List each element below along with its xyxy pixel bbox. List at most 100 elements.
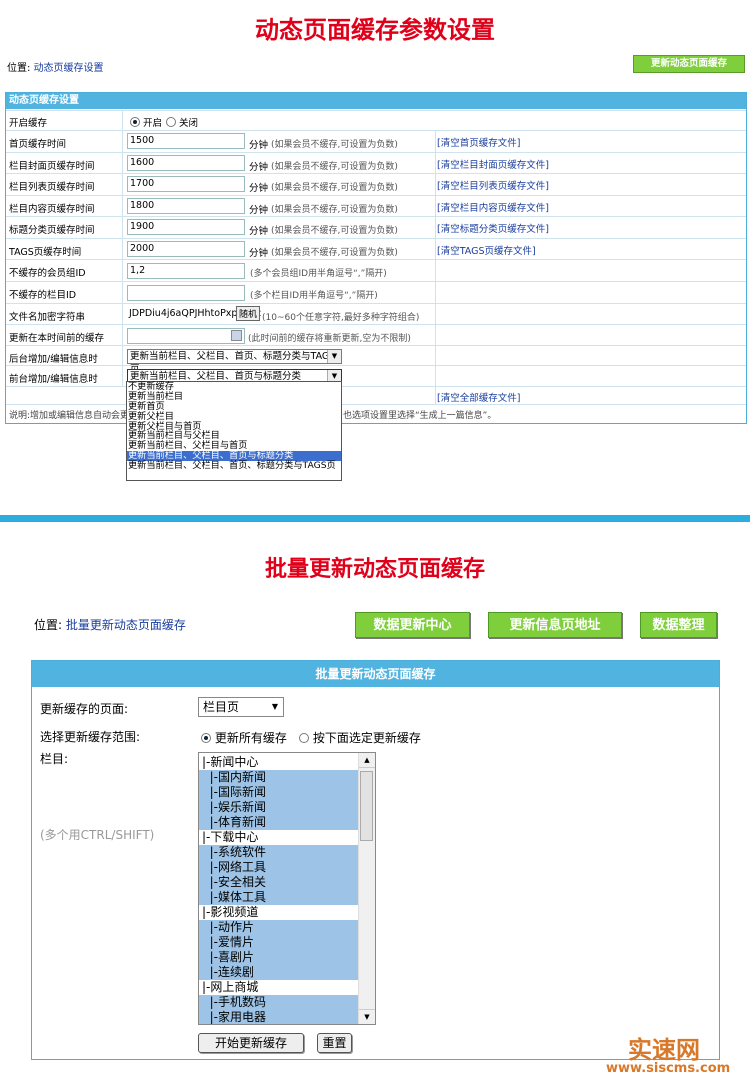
note: (10~60个任意字符,最好多种字符组合) xyxy=(262,313,420,323)
list-item[interactable]: |-网络工具 xyxy=(199,860,360,875)
list-item[interactable]: |-喜剧片 xyxy=(199,950,360,965)
breadcrumb-top: 位置: 动态页缓存设置 xyxy=(7,59,104,74)
dropdown-option[interactable]: 更新当前栏目、父栏目、首页、标题分类与TAGS页 xyxy=(127,461,341,471)
cache-time-input[interactable]: 1500 xyxy=(127,133,245,149)
cache-time-input[interactable]: 1800 xyxy=(127,197,245,214)
breadcrumb-link[interactable]: 批量更新动态页面缓存 xyxy=(66,618,186,632)
row-cache-time: TAGS页缓存时间 2000 分钟 (如果会员不缓存,可设置为负数) [清空TAGS页缓… xyxy=(6,237,746,260)
clear-cache-link[interactable]: [清空栏目封面页缓存文件] xyxy=(437,157,549,171)
update-cache-button[interactable]: 更新动态页面缓存 xyxy=(633,55,745,73)
row-no-class: 不缓存的栏目ID (多个栏目ID用半角逗号“,”隔开) xyxy=(6,281,746,304)
note: (如果会员不缓存,可设置为负数) xyxy=(271,204,398,215)
list-item[interactable]: |-娱乐新闻 xyxy=(199,800,360,815)
cache-settings-table: 动态页缓存设置 开启缓存 开启 关闭 首页缓存时间 1500 分钟 (如果会员不缓存,… xyxy=(5,92,747,424)
no-group-input[interactable]: 1,2 xyxy=(127,263,245,279)
unit: 分钟 xyxy=(249,183,269,194)
breadcrumb-bottom: 位置: 批量更新动态页面缓存 xyxy=(34,616,186,633)
chevron-down-icon: ▼ xyxy=(271,702,278,711)
list-item[interactable]: |-安全相关 xyxy=(199,875,360,890)
clear-cache-link[interactable]: [清空首页缓存文件] xyxy=(437,135,520,149)
clear-cache-link[interactable]: [清空TAGS页缓存文件] xyxy=(437,243,536,257)
radio-on[interactable]: 开启 xyxy=(130,115,162,129)
before-time-input[interactable] xyxy=(127,328,245,344)
breadcrumb-link[interactable]: 动态页缓存设置 xyxy=(34,63,104,74)
row-label: 标题分类页缓存时间 xyxy=(9,225,95,236)
reset-button[interactable]: 重置 xyxy=(317,1033,352,1053)
radio-off[interactable]: 关闭 xyxy=(166,115,198,129)
list-item[interactable]: |-下载中心 xyxy=(199,830,360,845)
radio-update-selected[interactable]: 按下面选定更新缓存 xyxy=(299,729,421,746)
page-title-top: 动态页面缓存参数设置 xyxy=(255,15,495,44)
no-class-input[interactable] xyxy=(127,285,245,301)
calendar-icon[interactable] xyxy=(231,330,242,341)
data-cleanup-button[interactable]: 数据整理 xyxy=(640,612,717,638)
note: (如果会员不缓存,可设置为负数) xyxy=(271,247,398,258)
row-clear-all: [清空全部缓存文件] xyxy=(6,386,746,405)
list-item[interactable]: |-连续剧 xyxy=(199,965,360,980)
breadcrumb-label: 位置: xyxy=(34,618,63,632)
note: (如果会员不缓存,可设置为负数) xyxy=(271,140,398,150)
list-item[interactable]: |-家用电器 xyxy=(199,1010,360,1024)
clear-cache-link[interactable]: [清空标题分类页缓存文件] xyxy=(437,221,549,235)
back-edit-select[interactable]: 更新当前栏目、父栏目、首页、标题分类与TAGS页▼ xyxy=(127,349,342,375)
row-enable-cache: 开启缓存 开启 关闭 xyxy=(6,110,746,131)
scrollbar[interactable]: ▲ ▼ xyxy=(358,753,375,1024)
data-update-center-button[interactable]: 数据更新中心 xyxy=(355,612,470,638)
chevron-up-icon[interactable]: ▲ xyxy=(359,753,375,768)
page-title-bottom: 批量更新动态页面缓存 xyxy=(264,556,485,582)
class-multiselect[interactable]: |-新闻中心 |-国内新闻 |-国际新闻 |-娱乐新闻 |-体育新闻 |-下载中心… xyxy=(198,752,376,1025)
scroll-thumb[interactable] xyxy=(360,771,373,841)
cache-time-input[interactable]: 1900 xyxy=(127,219,245,235)
chevron-down-icon[interactable]: ▼ xyxy=(359,1009,375,1024)
row-before-time: 更新在本时间前的缓存 (此时间前的缓存将重新更新,空为不限制) xyxy=(6,324,746,346)
clear-all-link[interactable]: [清空全部缓存文件] xyxy=(437,390,520,404)
watermark-url: www.siscms.com xyxy=(606,1061,731,1076)
page-type-value: 栏目页 xyxy=(203,700,240,714)
row-label: 栏目封面页缓存时间 xyxy=(9,160,95,172)
note: (如果会员不缓存,可设置为负数) xyxy=(271,161,398,172)
start-update-button[interactable]: 开始更新缓存 xyxy=(198,1033,304,1053)
encrypt-input[interactable]: JDPDiu4j6aQPJHhtoPxpVg2c xyxy=(127,307,261,323)
radio-update-all[interactable]: 更新所有缓存 xyxy=(201,729,287,746)
list-item[interactable]: |-国际新闻 xyxy=(199,785,360,800)
row-label: 更新在本时间前的缓存 xyxy=(9,333,105,344)
list-item[interactable]: |-新闻中心 xyxy=(199,755,360,770)
page-type-select[interactable]: 栏目页 ▼ xyxy=(198,697,284,717)
chevron-down-icon: ▼ xyxy=(327,350,341,363)
row-label: 首页缓存时间 xyxy=(9,139,67,150)
list-item[interactable]: |-国内新闻 xyxy=(199,770,360,785)
random-button[interactable]: 随机 xyxy=(236,306,261,321)
row-label: 栏目内容页缓存时间 xyxy=(9,203,95,215)
list-item[interactable]: |-媒体工具 xyxy=(199,890,360,905)
update-info-url-button[interactable]: 更新信息页地址 xyxy=(488,612,622,638)
cache-time-input[interactable]: 2000 xyxy=(127,240,245,257)
list-item[interactable]: |-爱情片 xyxy=(199,935,360,950)
row-label: 栏目列表页缓存时间 xyxy=(9,182,95,193)
list-item[interactable]: |-系统软件 xyxy=(199,845,360,860)
explain-text-right: 也选项设置里选择“生成上一篇信息”。 xyxy=(343,411,497,421)
cache-time-input[interactable]: 1700 xyxy=(127,176,245,192)
row-cache-time: 标题分类页缓存时间 1900 分钟 (如果会员不缓存,可设置为负数) [清空标题分类页缓… xyxy=(6,216,746,238)
row-label: 不缓存的栏目ID xyxy=(9,290,77,301)
row-explain: 说明:增加或编辑信息自动会更 也选项设置里选择“生成上一篇信息”。 xyxy=(6,404,746,423)
range-label: 选择更新缓存范围: xyxy=(40,730,141,744)
watermark-brand: 实速网 xyxy=(628,1035,700,1064)
unit: 分钟 xyxy=(249,140,269,151)
cache-time-input[interactable]: 1600 xyxy=(127,154,245,171)
list-item[interactable]: |-动作片 xyxy=(199,920,360,935)
row-label: 前台增加/编辑信息时 xyxy=(9,374,98,385)
front-edit-dropdown[interactable]: 不更新缓存 更新当前栏目 更新首页 更新父栏目 更新父栏目与首页 更新当前栏目与父栏目 更新… xyxy=(126,381,342,481)
row-back-edit: 后台增加/编辑信息时 更新当前栏目、父栏目、首页、标题分类与TAGS页▼ xyxy=(6,345,746,375)
row-cache-time: 栏目内容页缓存时间 1800 分钟 (如果会员不缓存,可设置为负数) [清空栏目内容页缓… xyxy=(6,194,746,217)
list-item[interactable]: |-体育新闻 xyxy=(199,815,360,830)
explain-text: 说明:增加或编辑信息自动会更 xyxy=(9,411,130,421)
row-cache-time: 栏目封面页缓存时间 1600 分钟 (如果会员不缓存,可设置为负数) [清空栏目封面页缓… xyxy=(6,151,746,174)
list-item[interactable]: |-手机数码 xyxy=(199,995,360,1010)
breadcrumb-label: 位置: xyxy=(7,63,31,74)
clear-cache-link[interactable]: [清空栏目列表页缓存文件] xyxy=(437,178,549,192)
list-item[interactable]: |-网上商城 xyxy=(199,980,360,995)
unit: 分钟 xyxy=(249,204,269,216)
list-item[interactable]: |-影视频道 xyxy=(199,905,360,920)
clear-cache-link[interactable]: [清空栏目内容页缓存文件] xyxy=(437,200,549,214)
section-divider xyxy=(0,515,750,522)
